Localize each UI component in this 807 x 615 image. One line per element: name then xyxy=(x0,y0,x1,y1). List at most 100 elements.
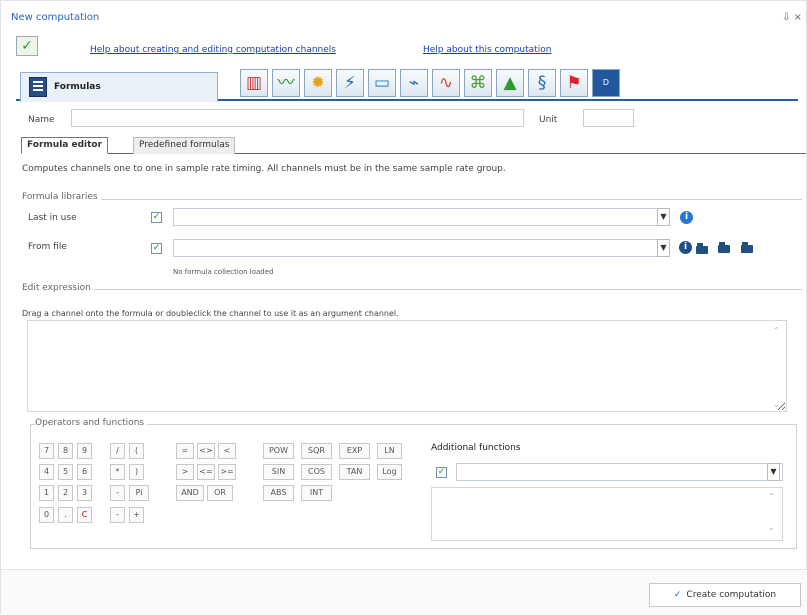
key-equal[interactable]: = xyxy=(176,443,194,459)
key-open-paren[interactable]: ( xyxy=(129,443,144,459)
create-computation-label: Create computation xyxy=(686,590,777,600)
key-multiply[interactable]: * xyxy=(110,464,125,480)
additional-functions-select[interactable] xyxy=(456,463,783,481)
dropdown-arrow-icon[interactable]: ▼ xyxy=(767,463,780,481)
key-2[interactable]: 2 xyxy=(58,485,73,501)
open-folder-icon[interactable] xyxy=(696,243,708,254)
last-in-use-select[interactable] xyxy=(173,208,669,226)
mountain-icon[interactable]: ▲ xyxy=(496,69,524,97)
name-input[interactable] xyxy=(71,109,524,127)
save-folder-icon[interactable] xyxy=(741,242,753,253)
script-icon[interactable]: § xyxy=(528,69,556,97)
func-abs[interactable]: ABS xyxy=(263,485,294,501)
func-log[interactable]: Log xyxy=(377,464,402,480)
key-1[interactable]: 1 xyxy=(39,485,54,501)
formulas-icon xyxy=(29,77,47,97)
func-cos[interactable]: COS xyxy=(301,464,332,480)
func-sqr[interactable]: SQR xyxy=(301,443,332,459)
tab-formula-editor[interactable]: Formula editor xyxy=(21,137,109,154)
scroll-up-icon[interactable]: ⌃ xyxy=(768,492,792,501)
filter-icon[interactable]: ⚡ xyxy=(336,69,364,97)
spectrum-icon[interactable]: 〰 xyxy=(272,69,300,97)
window-controls[interactable]: ⇩ × xyxy=(782,12,802,23)
key-plus[interactable]: + xyxy=(129,507,144,523)
edit-expression-hint: Drag a channel onto the formula or doubl… xyxy=(22,309,399,318)
func-int[interactable]: INT xyxy=(301,485,332,501)
key-negative[interactable]: - xyxy=(110,507,125,523)
key-greater-equal[interactable]: >= xyxy=(218,464,236,480)
create-computation-button[interactable]: ✓ Create computation xyxy=(649,583,801,607)
network-icon[interactable]: ⌘ xyxy=(464,69,492,97)
formula-subtabs: Formula editor Predefined formulas xyxy=(21,137,806,154)
key-clear[interactable]: C xyxy=(77,507,92,523)
dropdown-arrow-icon[interactable]: ▼ xyxy=(657,208,670,226)
operators-title: Operators and functions xyxy=(35,418,148,428)
key-6[interactable]: 6 xyxy=(77,464,92,480)
func-exp[interactable]: EXP xyxy=(339,443,370,459)
key-4[interactable]: 4 xyxy=(39,464,54,480)
additional-functions-checkbox[interactable]: ✓ xyxy=(436,467,447,478)
key-dot[interactable]: . xyxy=(58,507,73,523)
help-channels-link[interactable]: Help about creating and editing computat… xyxy=(90,45,336,55)
confirm-check-icon[interactable]: ✓ xyxy=(16,36,38,56)
graph-icon[interactable]: ⌁ xyxy=(400,69,428,97)
additional-functions-label: Additional functions xyxy=(431,443,521,453)
last-in-use-checkbox[interactable]: ✓ xyxy=(151,212,162,223)
info-icon[interactable]: i xyxy=(680,211,693,224)
last-in-use-label: Last in use xyxy=(28,213,77,223)
edit-expression-group xyxy=(22,289,802,290)
wave-icon[interactable]: ∿ xyxy=(432,69,460,97)
checkmark-icon: ✓ xyxy=(673,590,682,600)
no-formula-collection-text: No formula collection loaded xyxy=(173,268,274,276)
from-file-checkbox[interactable]: ✓ xyxy=(151,243,162,254)
computation-description: Computes channels one to one in sample r… xyxy=(22,164,506,174)
key-and[interactable]: AND xyxy=(176,485,204,501)
formula-libraries-title: Formula libraries xyxy=(22,192,101,202)
edit-expression-title: Edit expression xyxy=(22,283,94,293)
yellow-gear-icon[interactable]: ✹ xyxy=(304,69,332,97)
tab-predefined-formulas[interactable]: Predefined formulas xyxy=(133,137,236,154)
window-title: New computation xyxy=(11,12,100,23)
formula-libraries-group xyxy=(22,199,802,200)
key-3[interactable]: 3 xyxy=(77,485,92,501)
func-pow[interactable]: POW xyxy=(263,443,294,459)
func-tan[interactable]: TAN xyxy=(339,464,370,480)
computation-window: New computation ⇩ × ✓ Help about creatin… xyxy=(0,0,807,615)
unit-input[interactable] xyxy=(583,109,634,127)
from-file-select[interactable] xyxy=(173,239,669,257)
scope-icon[interactable]: ▥ xyxy=(240,69,268,97)
display-icon[interactable]: ▭ xyxy=(368,69,396,97)
key-7[interactable]: 7 xyxy=(39,443,54,459)
help-computation-link[interactable]: Help about this computation xyxy=(423,45,551,55)
key-close-paren[interactable]: ) xyxy=(129,464,144,480)
key-less-equal[interactable]: <= xyxy=(197,464,215,480)
key-not-equal[interactable]: <> xyxy=(197,443,215,459)
key-0[interactable]: 0 xyxy=(39,507,54,523)
scroll-down-icon[interactable]: ⌄ xyxy=(768,523,792,532)
computation-tabs: Formulas ▥ 〰 ✹ ⚡ ▭ ⌁ ∿ ⌘ ▲ § ⚑ D xyxy=(16,67,798,102)
key-5[interactable]: 5 xyxy=(58,464,73,480)
formula-editor[interactable] xyxy=(27,320,787,412)
key-divide[interactable]: / xyxy=(110,443,125,459)
red-tag-icon[interactable]: ⚑ xyxy=(560,69,588,97)
new-folder-icon[interactable] xyxy=(718,242,730,253)
key-less-than[interactable]: < xyxy=(218,443,236,459)
tab-formulas[interactable]: Formulas xyxy=(20,72,218,102)
key-9[interactable]: 9 xyxy=(77,443,92,459)
additional-functions-list[interactable] xyxy=(431,487,783,541)
tab-formulas-label: Formulas xyxy=(54,82,101,92)
key-8[interactable]: 8 xyxy=(58,443,73,459)
key-or[interactable]: OR xyxy=(207,485,233,501)
key-pi[interactable]: Pi xyxy=(129,485,149,501)
key-greater-than[interactable]: > xyxy=(176,464,194,480)
dsp-icon[interactable]: D xyxy=(592,69,620,97)
key-minus[interactable]: - xyxy=(110,485,125,501)
scroll-up-icon[interactable]: ⌃ xyxy=(773,326,802,335)
func-sin[interactable]: SIN xyxy=(263,464,294,480)
file-info-icon[interactable]: i xyxy=(679,241,692,254)
from-file-label: From file xyxy=(28,242,67,252)
func-ln[interactable]: LN xyxy=(377,443,402,459)
scroll-down-icon[interactable]: ⌄ xyxy=(773,400,802,409)
dropdown-arrow-icon[interactable]: ▼ xyxy=(657,239,670,257)
operators-functions-panel: Operators and functions 7 8 9 4 5 6 1 2 … xyxy=(30,418,797,549)
